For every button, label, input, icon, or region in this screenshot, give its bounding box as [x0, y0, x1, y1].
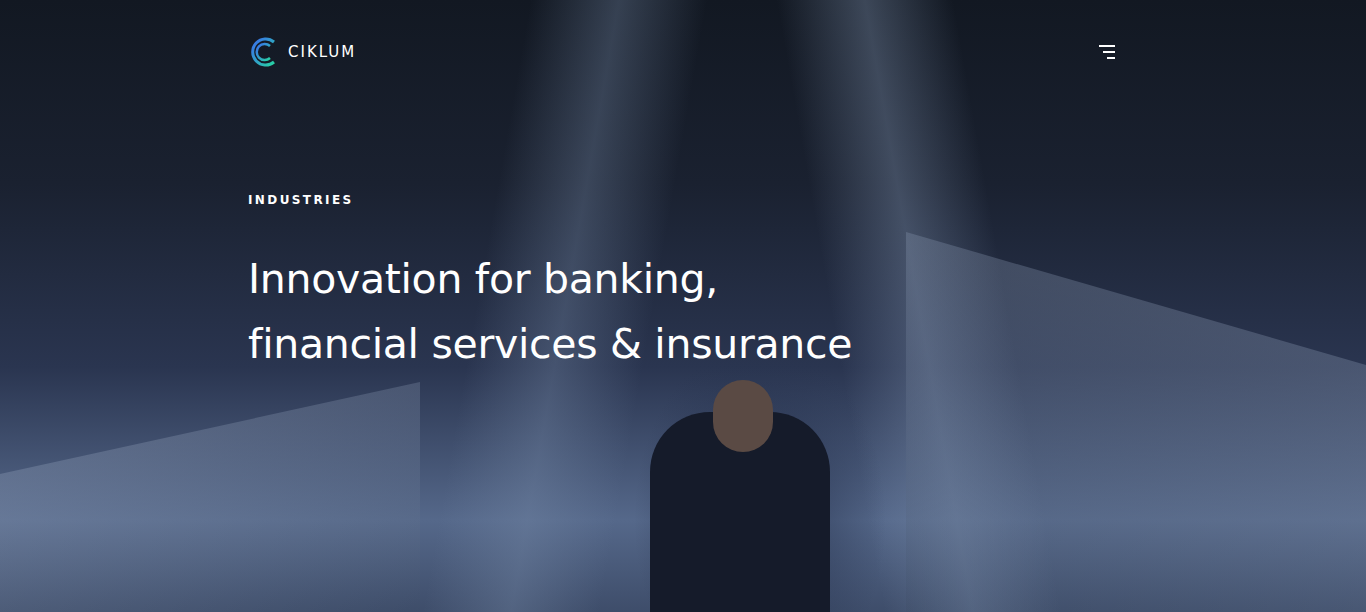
headline-line: financial services & insurance — [248, 312, 1118, 377]
hero-photo — [0, 0, 1366, 612]
site-header: CIKLUM — [248, 0, 1366, 104]
logo-text: CIKLUM — [288, 43, 356, 61]
section-label: INDUSTRIES — [248, 193, 1118, 207]
logo[interactable]: CIKLUM — [248, 35, 356, 69]
logo-icon — [248, 35, 278, 69]
menu-button[interactable] — [1096, 41, 1118, 63]
headline-line: Innovation for banking, — [248, 247, 1118, 312]
headline: Innovation for banking,financial service… — [248, 247, 1118, 377]
menu-icon — [1099, 45, 1115, 59]
hero: CIKLUM INDUSTRIES Innovation for banking,f… — [0, 0, 1366, 612]
